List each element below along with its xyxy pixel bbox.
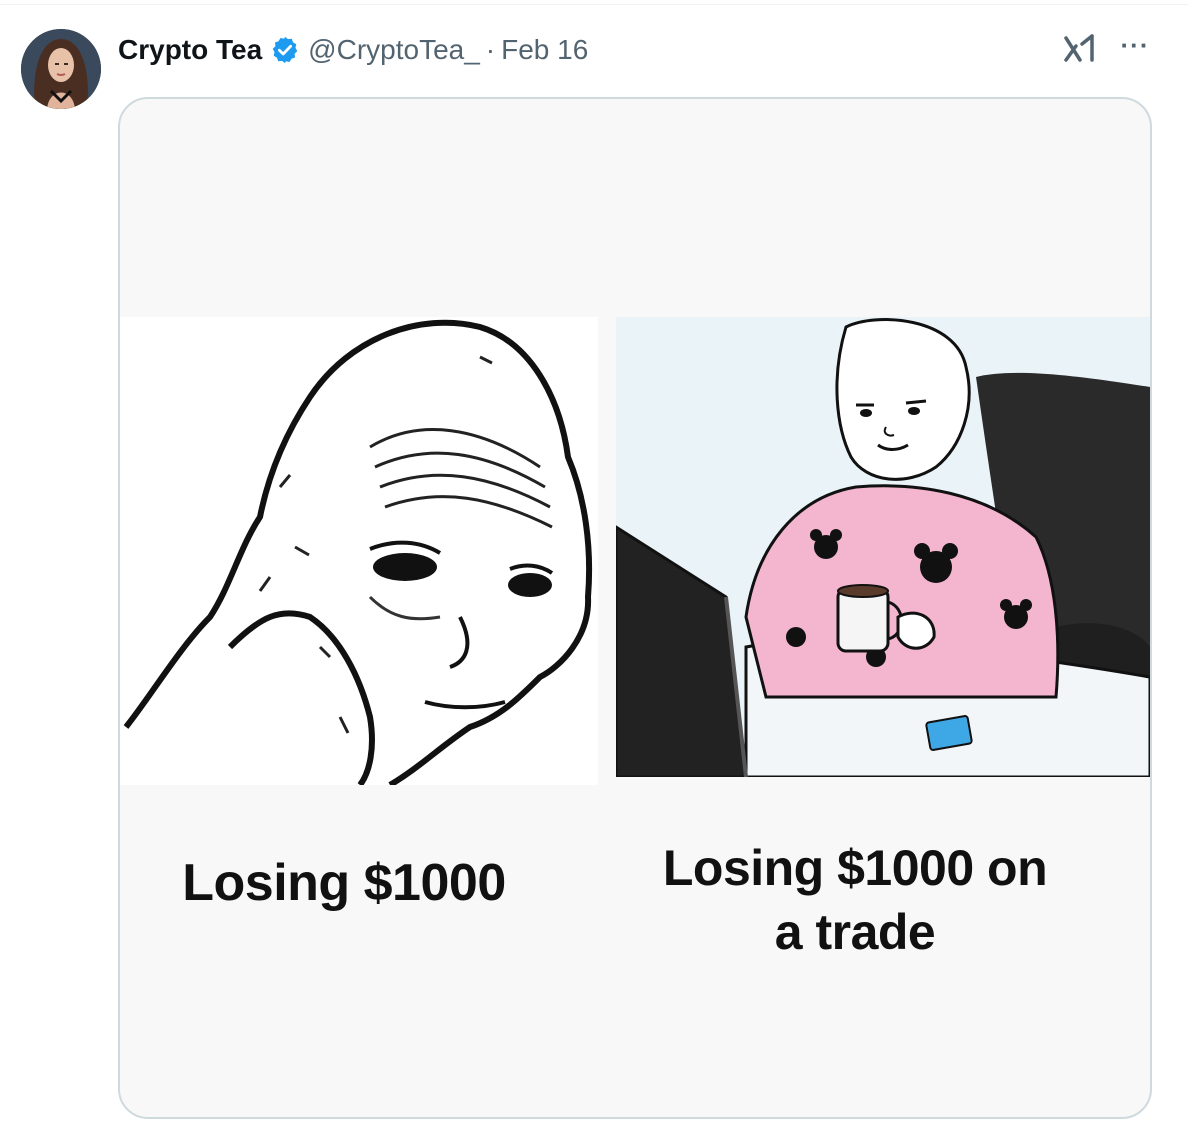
tweet-date[interactable]: Feb 16 <box>501 34 588 66</box>
top-divider <box>0 4 1188 5</box>
avatar[interactable] <box>21 29 101 109</box>
header-separator: · <box>485 34 496 65</box>
more-icon[interactable]: ··· <box>1117 32 1153 62</box>
avatar-image <box>21 29 101 109</box>
author-handle[interactable]: @CryptoTea_ <box>308 34 480 66</box>
left-caption: Losing $1000 <box>182 854 506 912</box>
verified-badge-icon <box>270 35 300 65</box>
tweet-header: Crypto Tea @CryptoTea_ · Feb 16 <box>118 30 588 70</box>
grok-icon[interactable] <box>1062 30 1098 66</box>
right-caption: Losing $1000 on a trade <box>620 836 1090 964</box>
meme-right-panel <box>614 317 1150 779</box>
author-name[interactable]: Crypto Tea <box>118 34 262 66</box>
tweet-media[interactable]: Losing $1000 Losing $1000 on a trade <box>118 97 1152 1119</box>
right-caption-line1: Losing $1000 on <box>662 840 1048 896</box>
meme-left-panel <box>120 317 598 788</box>
tired-wojak-image <box>123 319 593 788</box>
coffee-wojak-image <box>614 317 1150 779</box>
right-caption-line2: a trade <box>774 904 936 960</box>
